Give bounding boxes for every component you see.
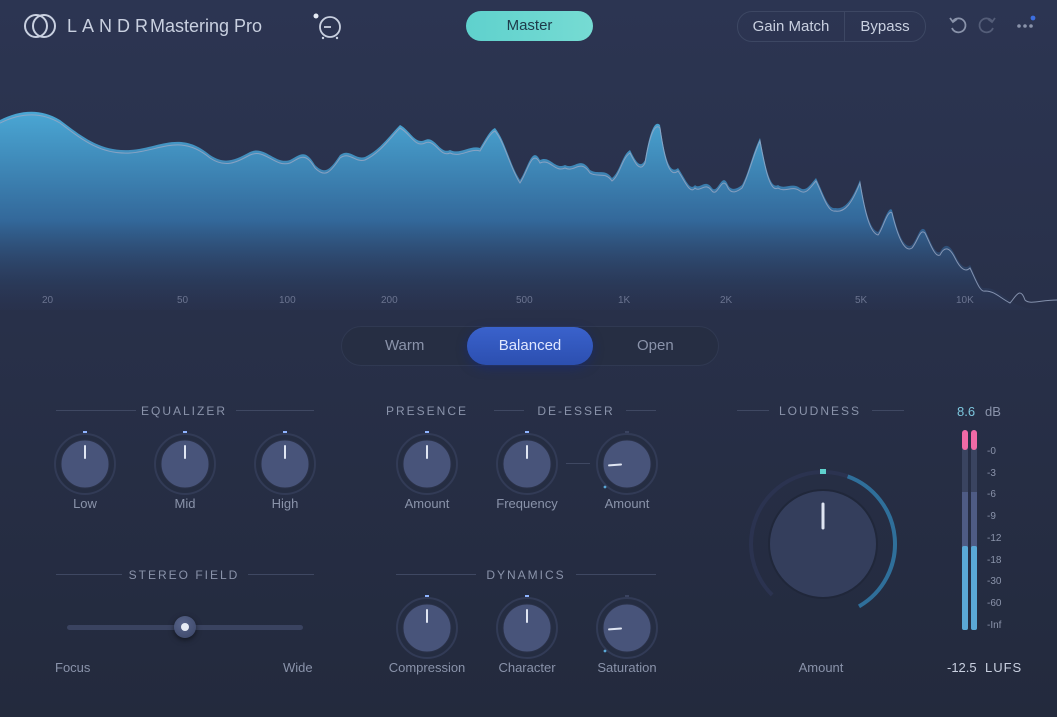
- spectrum-fill: [0, 111, 1057, 310]
- lufs-unit: LUFS: [985, 660, 1023, 675]
- stereo-focus-label: Focus: [55, 660, 91, 675]
- freq-label-10k: 10K: [956, 295, 974, 306]
- meter-scale-label: -6: [987, 489, 996, 501]
- eq-low-label: Low: [73, 496, 97, 511]
- meter-right-mid: [971, 492, 977, 548]
- meter-scale-label: -30: [987, 576, 1002, 588]
- meter-left-level: [962, 546, 968, 630]
- compression-label: Compression: [388, 660, 466, 675]
- divider: [494, 410, 524, 411]
- product-name: Mastering Pro: [150, 16, 263, 36]
- spectrum-analyzer: [0, 111, 1057, 310]
- divider: [872, 410, 904, 411]
- more-options-icon[interactable]: [1015, 14, 1039, 36]
- divider: [396, 574, 476, 575]
- divider: [56, 410, 136, 411]
- eq-low-knob[interactable]: [53, 431, 117, 495]
- loudness-amount-label: Amount: [798, 660, 844, 675]
- gain-bypass-group: Gain Match Bypass: [737, 11, 926, 42]
- stereo-field-thumb[interactable]: [174, 616, 196, 638]
- freq-label-2k: 2K: [720, 295, 733, 306]
- presence-amount-label: Amount: [404, 496, 450, 511]
- style-warm-button[interactable]: Warm: [342, 327, 467, 365]
- brand-name: LANDR: [67, 16, 154, 36]
- meter-left-mid: [962, 492, 968, 548]
- divider: [626, 410, 656, 411]
- divider: [737, 410, 769, 411]
- de-esser-frequency-knob[interactable]: [495, 431, 559, 495]
- freq-label-200: 200: [381, 295, 398, 306]
- meter-scale-label: -60: [987, 597, 1002, 609]
- meter-left-clip: [962, 430, 968, 450]
- freq-label-50: 50: [177, 295, 189, 306]
- tonal-style-selector: Warm Balanced Open: [341, 326, 719, 366]
- dynamics-title: DYNAMICS: [486, 568, 566, 582]
- freq-label-1k: 1K: [618, 295, 631, 306]
- divider: [56, 574, 122, 575]
- equalizer-title: EQUALIZER: [140, 404, 227, 418]
- bypass-button[interactable]: Bypass: [845, 12, 925, 41]
- freq-label-5k: 5K: [855, 295, 868, 306]
- saturation-knob[interactable]: [595, 595, 659, 659]
- meter-scale-label: -12: [987, 532, 1002, 544]
- meter-scale-label: -3: [987, 467, 996, 479]
- gain-match-button[interactable]: Gain Match: [738, 12, 845, 41]
- presence-title: PRESENCE: [385, 404, 469, 418]
- peak-db-value: 8.6: [957, 404, 976, 419]
- loudness-title: LOUDNESS: [778, 404, 862, 418]
- reference-track-icon[interactable]: [310, 11, 346, 43]
- landr-logo-icon: [24, 14, 56, 38]
- loudness-amount-knob[interactable]: [748, 466, 898, 616]
- master-button[interactable]: Master: [466, 11, 593, 41]
- eq-high-knob[interactable]: [253, 431, 317, 495]
- meter-scale-label: -0: [987, 446, 996, 457]
- meter-scale-label: -9: [987, 511, 996, 523]
- freq-label-500: 500: [516, 295, 533, 306]
- de-esser-frequency-label: Frequency: [496, 496, 558, 511]
- de-esser-title: DE-ESSER: [537, 404, 615, 418]
- de-esser-link-line: [566, 463, 590, 464]
- lufs-value: -12.5: [947, 660, 977, 675]
- meter-scale-label: -Inf: [987, 619, 1002, 631]
- redo-icon[interactable]: [976, 14, 998, 36]
- style-open-button[interactable]: Open: [593, 327, 718, 365]
- meter-scale-label: -18: [987, 554, 1002, 566]
- compression-knob[interactable]: [395, 595, 459, 659]
- divider: [236, 410, 314, 411]
- character-knob[interactable]: [495, 595, 559, 659]
- stereo-field-title: STEREO FIELD: [128, 568, 240, 582]
- freq-label-100: 100: [279, 295, 296, 306]
- eq-high-label: High: [271, 496, 299, 511]
- stereo-wide-label: Wide: [283, 660, 313, 675]
- peak-db-unit: dB: [985, 404, 1001, 419]
- eq-mid-label: Mid: [174, 496, 196, 511]
- meter-right-clip: [971, 430, 977, 450]
- undo-icon[interactable]: [947, 14, 969, 36]
- saturation-label: Saturation: [597, 660, 657, 675]
- de-esser-amount-knob[interactable]: [595, 431, 659, 495]
- presence-amount-knob[interactable]: [395, 431, 459, 495]
- style-balanced-button[interactable]: Balanced: [467, 327, 593, 365]
- loudness-meter: [962, 430, 977, 630]
- divider: [576, 574, 656, 575]
- character-label: Character: [498, 660, 556, 675]
- eq-mid-knob[interactable]: [153, 431, 217, 495]
- divider: [248, 574, 314, 575]
- meter-right-level: [971, 546, 977, 630]
- de-esser-amount-label: Amount: [604, 496, 650, 511]
- freq-label-20: 20: [42, 295, 54, 306]
